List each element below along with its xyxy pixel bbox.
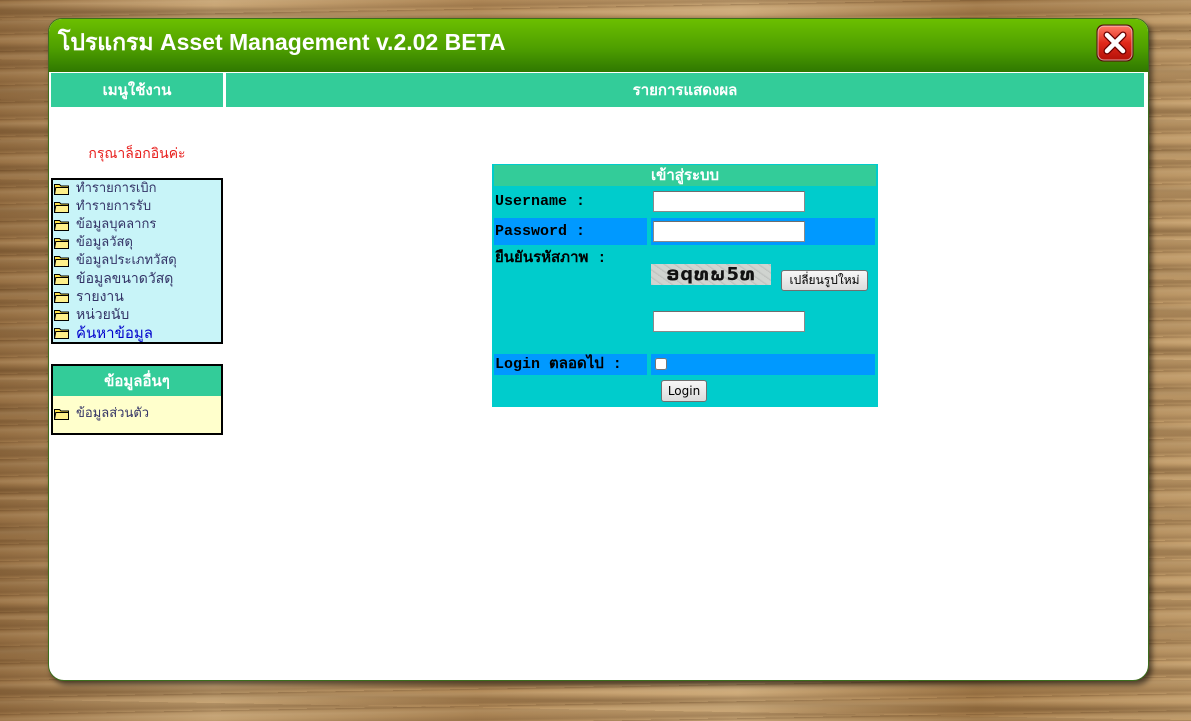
display-column-header: รายการแสดงผล	[226, 73, 1144, 107]
menu-item-label: หน่วยนับ	[76, 307, 130, 323]
menu-item-personnel[interactable]: ข้อมูลบุคลากร	[53, 216, 221, 234]
menu-item-reports[interactable]: รายงาน	[53, 288, 221, 306]
menu-item-label: ทำรายการเบิก	[76, 181, 157, 196]
menu-item-receive[interactable]: ทำรายการรับ	[53, 198, 221, 216]
window-title: โปรแกรม Asset Management v.2.02 BETA	[58, 29, 506, 55]
folder-icon	[54, 183, 69, 195]
menu-item-withdraw[interactable]: ทำรายการเบิก	[53, 180, 221, 198]
folder-icon	[54, 327, 69, 339]
menu-item-material-sizes[interactable]: ข้อมูลขนาดวัสดุ	[53, 270, 221, 288]
folder-icon	[54, 219, 69, 231]
login-notice: กรุณาล็อกอินค่ะ	[88, 146, 186, 162]
menu-item-units[interactable]: หน่วยนับ	[53, 306, 221, 324]
menu-item-label: ทำรายการรับ	[76, 199, 152, 214]
menu-item-search[interactable]: ค้นหาข้อมูล	[53, 324, 221, 342]
login-button[interactable]: Login	[661, 380, 707, 402]
folder-icon	[54, 309, 69, 321]
username-label: Username :	[495, 193, 586, 210]
app-window: โปรแกรม Asset Management v.2.02 BETA เมน…	[48, 18, 1149, 681]
menu-item-label: ข้อมูลประเภทวัสดุ	[76, 253, 177, 268]
remember-checkbox[interactable]	[655, 358, 667, 370]
password-input[interactable]	[653, 221, 805, 242]
folder-icon	[54, 201, 69, 213]
menu-item-label: ข้อมูลบุคลากร	[76, 217, 157, 232]
close-icon	[1096, 24, 1134, 62]
menu-item-label: ข้อมูลขนาดวัสดุ	[76, 271, 174, 287]
menu-item-label: ค้นหาข้อมูล	[76, 324, 153, 342]
login-form: เข้าสู่ระบบ Username : Password : ยืนยัน…	[492, 164, 878, 407]
menu-item-label: รายงาน	[76, 289, 124, 305]
captcha-label: ยืนยันรหัสภาพ :	[495, 250, 607, 267]
folder-icon	[54, 255, 69, 267]
close-button[interactable]	[1096, 24, 1134, 62]
title-bar: โปรแกรม Asset Management v.2.02 BETA	[49, 19, 1148, 72]
folder-icon	[54, 291, 69, 303]
folder-icon	[54, 237, 69, 249]
login-form-title: เข้าสู่ระบบ	[494, 165, 876, 186]
username-input[interactable]	[653, 191, 805, 212]
folder-icon	[54, 408, 69, 420]
menu-item-materials[interactable]: ข้อมูลวัสดุ	[53, 234, 221, 252]
main-menu: ทำรายการเบิก ทำรายการรับ ข้อมูลบุคลากร ข…	[51, 178, 223, 344]
remember-input-cell	[651, 354, 875, 375]
folder-icon	[54, 273, 69, 285]
refresh-captcha-button[interactable]: เปลี่ยนรูปใหม่	[781, 270, 868, 291]
menu-item-label: ข้อมูลวัสดุ	[76, 235, 133, 250]
menu-item-profile[interactable]: ข้อมูลส่วนตัว	[53, 405, 221, 423]
menu-item-material-types[interactable]: ข้อมูลประเภทวัสดุ	[53, 252, 221, 270]
menu-item-label: ข้อมูลส่วนตัว	[76, 406, 150, 421]
remember-label: Login ตลอดไป :	[495, 356, 622, 373]
menu-column-header: เมนูใช้งาน	[51, 73, 223, 107]
other-menu-title: ข้อมูลอื่นๆ	[53, 366, 221, 396]
password-label: Password :	[495, 223, 586, 240]
captcha-input[interactable]	[653, 311, 805, 332]
other-menu: ข้อมูลอื่นๆ ข้อมูลส่วนตัว	[51, 364, 223, 435]
captcha-image: ອqທພ5ທ	[651, 264, 771, 285]
